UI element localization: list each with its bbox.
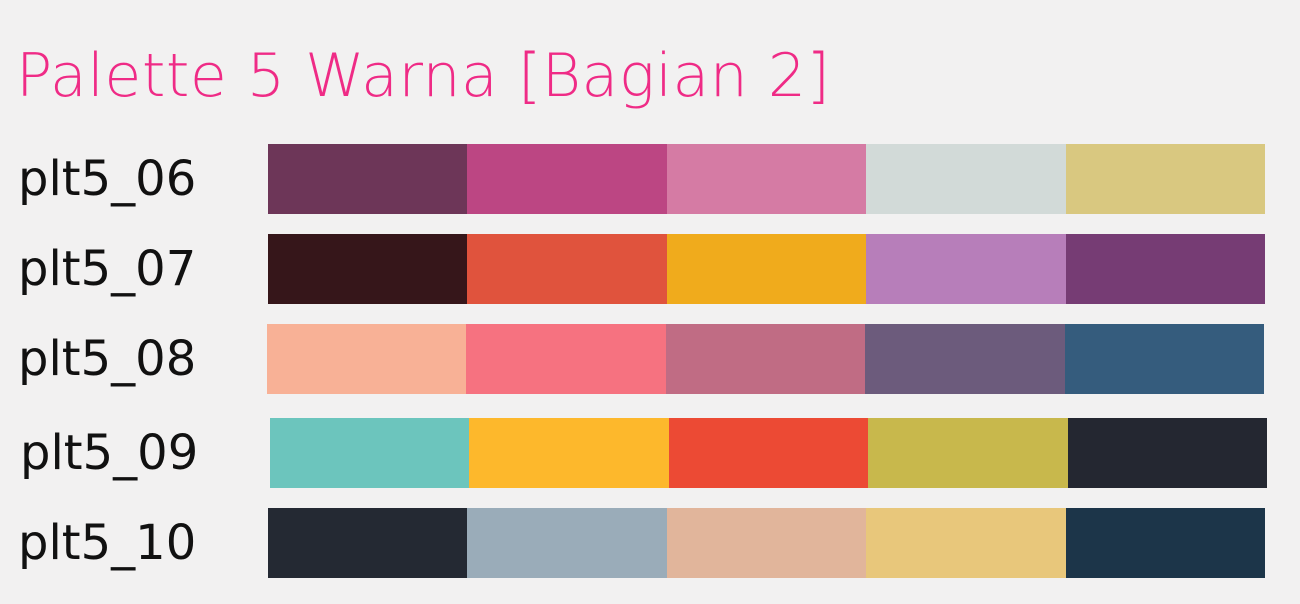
color-swatch: [1065, 508, 1266, 578]
color-swatch: [666, 508, 867, 578]
color-swatch: [268, 144, 468, 214]
color-swatch: [467, 144, 667, 214]
palette-row-plt5-08: plt5_08: [0, 324, 1300, 394]
color-swatch: [270, 418, 470, 488]
color-swatch: [469, 418, 669, 488]
color-swatch: [1065, 234, 1266, 304]
color-swatch: [268, 508, 468, 578]
color-swatch: [467, 508, 667, 578]
swatch-strip: [270, 418, 1268, 488]
color-swatch: [268, 234, 468, 304]
color-swatch: [665, 324, 866, 394]
page-title: Palette 5 Warna [Bagian 2]: [16, 41, 831, 111]
swatch-strip: [267, 324, 1265, 394]
palette-name: plt5_06: [18, 151, 197, 207]
palette-row-plt5-06: plt5_06: [0, 144, 1300, 214]
swatch-strip: [268, 144, 1266, 214]
color-swatch: [467, 234, 667, 304]
palette-row-plt5-07: plt5_07: [0, 234, 1300, 304]
color-swatch: [668, 418, 869, 488]
palette-name: plt5_09: [20, 425, 199, 481]
palette-name: plt5_10: [18, 515, 197, 571]
swatch-strip: [268, 508, 1266, 578]
palette-row-plt5-09: plt5_09: [0, 418, 1300, 488]
color-swatch: [868, 418, 1068, 488]
palette-name: plt5_07: [18, 241, 197, 297]
color-swatch: [1064, 324, 1265, 394]
color-swatch: [466, 324, 666, 394]
color-swatch: [267, 324, 467, 394]
color-swatch: [865, 324, 1065, 394]
swatch-strip: [268, 234, 1266, 304]
palette-name: plt5_08: [18, 331, 197, 387]
color-swatch: [1065, 144, 1266, 214]
color-swatch: [1067, 418, 1268, 488]
color-swatch: [866, 234, 1066, 304]
color-swatch: [866, 508, 1066, 578]
palette-row-plt5-10: plt5_10: [0, 508, 1300, 578]
color-swatch: [866, 144, 1066, 214]
color-swatch: [666, 234, 867, 304]
color-swatch: [666, 144, 867, 214]
